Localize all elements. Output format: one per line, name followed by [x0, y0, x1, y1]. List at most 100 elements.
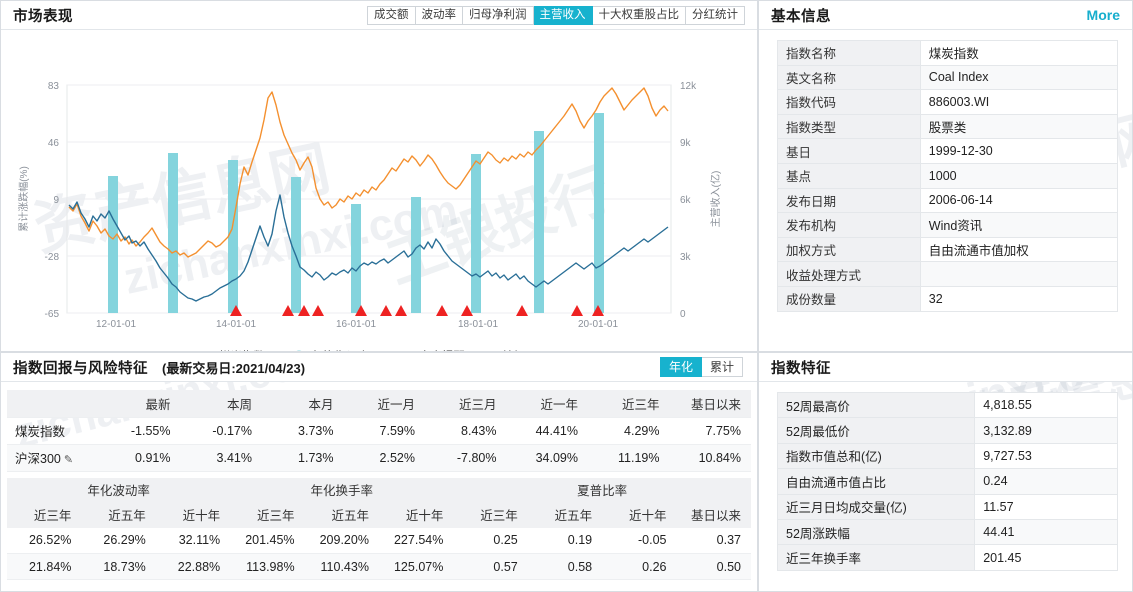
- stat-cell: 0.58: [528, 554, 602, 580]
- market-chart[interactable]: 83 46 9 -28 -65 累计涨跌幅(%) 12k 9k 6k 3k 0 …: [1, 30, 758, 352]
- x-axis-ticks: 12-01-01 14-01-01 16-01-01 18-01-01 20-0…: [96, 319, 618, 330]
- cell-1m: 7.59%: [344, 417, 426, 444]
- stat-cell: 0.50: [677, 554, 751, 580]
- table-group-header-row: 年化波动率 年化换手率 夏普比率: [7, 478, 751, 502]
- col-header-to-10y: 近十年: [379, 502, 453, 528]
- returns-table: 最新 本周 本月 近一月 近三月 近一年 近三年 基日以来 煤炭指数 -1.55…: [7, 390, 751, 472]
- row-value: 股票类: [920, 114, 1117, 139]
- tab-top-ten-weight[interactable]: 十大权重股占比: [593, 6, 687, 25]
- svg-text:46: 46: [48, 138, 60, 149]
- stat-cell: 0.26: [602, 554, 676, 580]
- table-row: 收益处理方式: [778, 262, 1118, 287]
- basic-info-table: 指数名称 煤炭指数 英文名称 Coal Index 指数代码 886003.WI…: [777, 40, 1118, 312]
- col-header-sharpe-since-base: 基日以来: [677, 502, 751, 528]
- stat-cell: 0.19: [528, 528, 602, 554]
- row-value: 2006-06-14: [920, 188, 1117, 213]
- toggle-cumulative[interactable]: 累计: [702, 357, 743, 377]
- tab-turnover[interactable]: 成交额: [367, 6, 416, 25]
- stat-cell: 22.88%: [156, 554, 230, 580]
- row-key: 指数名称: [778, 41, 921, 66]
- table-row: 发布机构 Wind资讯: [778, 213, 1118, 238]
- svg-text:83: 83: [48, 81, 60, 92]
- risk-stats-wrap: 年化波动率 年化换手率 夏普比率 近三年 近五年 近十年 近三年 近五年 近十年…: [1, 472, 757, 581]
- stat-cell: 26.52%: [7, 528, 81, 554]
- col-header-vol-5y: 近五年: [81, 502, 155, 528]
- row-key: 52周最低价: [778, 418, 975, 443]
- risk-stats-table: 年化波动率 年化换手率 夏普比率 近三年 近五年 近十年 近三年 近五年 近十年…: [7, 478, 751, 581]
- return-mode-toggle[interactable]: 年化 累计: [660, 357, 743, 377]
- row-key: 收益处理方式: [778, 262, 921, 287]
- row-key: 英文名称: [778, 65, 921, 90]
- bar-2014: [228, 160, 238, 313]
- table-row: 指数名称 煤炭指数: [778, 41, 1118, 66]
- stat-cell: 18.73%: [81, 554, 155, 580]
- table-row: 52周最低价 3,132.89: [778, 418, 1118, 443]
- stat-cell: 0.37: [677, 528, 751, 554]
- row-key: 成份数量: [778, 286, 921, 311]
- col-header-since-base: 基日以来: [670, 390, 752, 417]
- market-chart-body: 资产信息网 zichanxinxi.com 工银投行: [1, 30, 757, 352]
- row-key: 自由流通市值占比: [778, 469, 975, 494]
- row-key: 52周涨跌幅: [778, 519, 975, 544]
- table-row: 英文名称 Coal Index: [778, 65, 1118, 90]
- svg-text:18-01-01: 18-01-01: [458, 319, 498, 330]
- latest-trade-date: (最新交易日:2021/04/23): [162, 358, 305, 377]
- y-axis-right-label: 主营收入(亿): [709, 171, 722, 228]
- row-label-coal: 煤炭指数: [7, 417, 99, 444]
- tab-net-profit[interactable]: 归母净利润: [463, 6, 534, 25]
- edit-pencil-icon[interactable]: ✎: [64, 454, 73, 466]
- tab-dividend-stats[interactable]: 分红统计: [686, 6, 745, 25]
- row-value: 201.45: [975, 545, 1118, 570]
- event-marker: [571, 305, 583, 316]
- index-features-title: 指数特征: [771, 357, 831, 378]
- col-header-this-month: 本月: [262, 390, 344, 417]
- tab-main-revenue[interactable]: 主营收入: [534, 6, 593, 25]
- bar-2012: [108, 176, 118, 313]
- dashboard-root: 市场表现 成交额 波动率 归母净利润 主营收入 十大权重股占比 分红统计 资产信…: [0, 0, 1133, 592]
- returns-risk-header: 指数回报与风险特征 (最新交易日:2021/04/23) 年化 累计: [1, 353, 757, 382]
- cell-1y: 34.09%: [507, 444, 589, 471]
- table-row: 近三年换手率 201.45: [778, 545, 1118, 570]
- group-header-turnover: 年化换手率: [230, 478, 453, 502]
- col-header-1m: 近一月: [344, 390, 426, 417]
- y-axis-right-ticks: 12k 9k 6k 3k 0: [680, 81, 697, 320]
- col-header-this-week: 本周: [181, 390, 263, 417]
- col-header-sharpe-5y: 近五年: [528, 502, 602, 528]
- market-performance-card: 市场表现 成交额 波动率 归母净利润 主营收入 十大权重股占比 分红统计 资产信…: [0, 0, 758, 352]
- col-header-vol-10y: 近十年: [156, 502, 230, 528]
- metric-tab-group[interactable]: 成交额 波动率 归母净利润 主营收入 十大权重股占比 分红统计: [367, 6, 745, 25]
- basic-info-body: 指数名称 煤炭指数 英文名称 Coal Index 指数代码 886003.WI…: [759, 30, 1132, 312]
- row-value: 煤炭指数: [920, 41, 1117, 66]
- toggle-annualized[interactable]: 年化: [660, 357, 702, 377]
- cell-since-base: 7.75%: [670, 417, 752, 444]
- basic-info-title: 基本信息: [771, 5, 831, 26]
- bar-2015: [351, 204, 361, 313]
- table-row: 成份数量 32: [778, 286, 1118, 311]
- row-key: 发布机构: [778, 213, 921, 238]
- table-row: 52周涨跌幅 44.41: [778, 519, 1118, 544]
- stat-cell: 125.07%: [379, 554, 453, 580]
- event-marker: [436, 305, 448, 316]
- table-row: 煤炭指数 -1.55% -0.17% 3.73% 7.59% 8.43% 44.…: [7, 417, 751, 444]
- bar-2018: [471, 154, 481, 313]
- cell-this-month: 3.73%: [262, 417, 344, 444]
- row-key: 近三月日均成交量(亿): [778, 494, 975, 519]
- bar-2020: [594, 113, 604, 313]
- row-key: 近三年换手率: [778, 545, 975, 570]
- svg-text:-28: -28: [45, 252, 60, 263]
- row-key: 加权方式: [778, 237, 921, 262]
- y-axis-left-ticks: 83 46 9 -28 -65: [45, 81, 60, 320]
- table-row: 26.52% 26.29% 32.11% 201.45% 209.20% 227…: [7, 528, 751, 554]
- tab-volatility[interactable]: 波动率: [416, 6, 464, 25]
- col-header-to-3y: 近三年: [230, 502, 304, 528]
- row-value: 1999-12-30: [920, 139, 1117, 164]
- table-row: 近三月日均成交量(亿) 11.57: [778, 494, 1118, 519]
- row-key: 指数代码: [778, 90, 921, 115]
- bar-2017: [411, 197, 421, 313]
- table-header-row: 最新 本周 本月 近一月 近三月 近一年 近三年 基日以来: [7, 390, 751, 417]
- row-key: 基日: [778, 139, 921, 164]
- row-value: 32: [920, 286, 1117, 311]
- basic-info-more-link[interactable]: More: [1087, 7, 1120, 23]
- svg-text:16-01-01: 16-01-01: [336, 319, 376, 330]
- cell-1m: 2.52%: [344, 444, 426, 471]
